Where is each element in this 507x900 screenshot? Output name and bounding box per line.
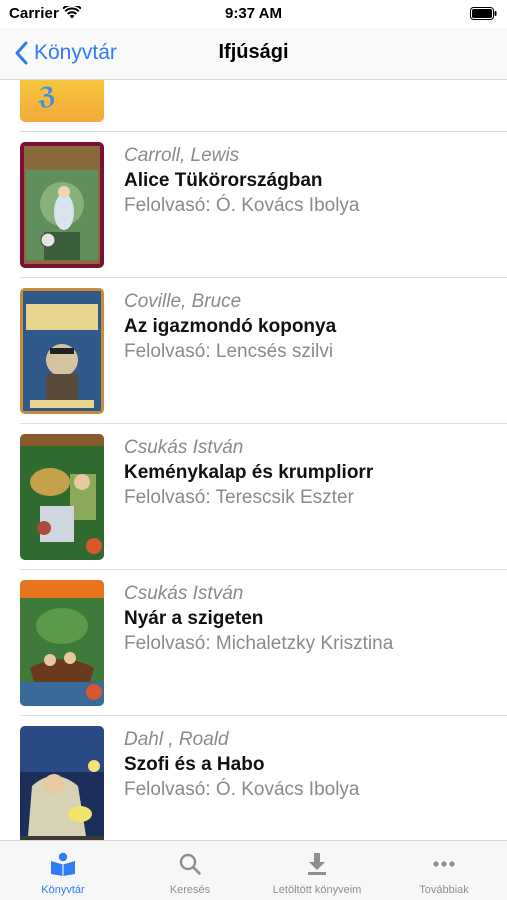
book-author: Csukás István	[124, 437, 244, 458]
book-author: Dahl , Roald	[124, 729, 229, 750]
book-title: Az igazmondó koponya	[124, 316, 337, 337]
book-cover-partial[interactable]: ℨ	[20, 80, 104, 122]
book-row[interactable]: Csukás István Nyár a szigeten Felolvasó:…	[0, 570, 507, 716]
book-row[interactable]: Coville, Bruce Az igazmondó koponya Felo…	[0, 278, 507, 424]
tab-downloads[interactable]: Letöltött könyveim	[254, 841, 380, 900]
book-icon	[51, 852, 75, 876]
tab-library[interactable]: Könyvtár	[0, 841, 126, 900]
book-list[interactable]: ℨ Carroll, Lewis Alice Tükörországban Fe…	[0, 80, 507, 840]
book-author: Csukás István	[124, 583, 244, 604]
book-cover	[20, 726, 104, 840]
book-cover	[20, 142, 104, 268]
book-reader: Felolvasó: Michaletzky Krisztina	[124, 633, 394, 654]
page-title: Ifjúsági	[218, 41, 289, 63]
book-reader: Felolvasó: Terescsik Eszter	[124, 487, 354, 508]
search-icon	[179, 853, 201, 875]
tab-search[interactable]: Keresés	[127, 841, 253, 900]
book-author: Carroll, Lewis	[124, 145, 240, 166]
navigation-bar: Könyvtár Ifjúsági	[0, 28, 507, 80]
tab-more-label: Továbbiak	[419, 884, 469, 896]
tab-downloads-label: Letöltött könyveim	[272, 884, 362, 896]
book-reader: Felolvasó: Lencsés szilvi	[124, 341, 334, 362]
book-reader: Felolvasó: Ó. Kovács Ibolya	[124, 779, 360, 800]
cover-art-icon: ℨ	[38, 83, 57, 110]
book-cover	[20, 288, 104, 414]
book-title: Nyár a szigeten	[124, 608, 264, 629]
tab-library-label: Könyvtár	[41, 884, 85, 896]
battery-icon	[470, 7, 497, 20]
book-author: Coville, Bruce	[124, 291, 242, 312]
tab-search-label: Keresés	[169, 884, 211, 896]
status-time: 9:37 AM	[225, 5, 282, 22]
book-cover	[20, 580, 104, 706]
tab-bar: Könyvtár Keresés Letöltött könyveim Tová…	[0, 840, 507, 900]
tab-more[interactable]: Továbbiak	[381, 841, 507, 900]
book-row[interactable]: Csukás István Keménykalap és krumpliorr …	[0, 424, 507, 570]
book-title: Alice Tükörországban	[124, 170, 323, 191]
book-row[interactable]: Carroll, Lewis Alice Tükörországban Felo…	[0, 132, 507, 278]
download-icon	[308, 853, 326, 875]
status-bar: Carrier 9:37 AM	[0, 0, 507, 28]
more-icon	[433, 861, 455, 867]
book-cover	[20, 434, 104, 560]
book-reader: Felolvasó: Ó. Kovács Ibolya	[124, 195, 360, 216]
book-row[interactable]: Dahl , Roald Szofi és a Habo Felolvasó: …	[0, 716, 507, 840]
book-title: Szofi és a Habo	[124, 754, 265, 775]
book-title: Keménykalap és krumpliorr	[124, 462, 374, 483]
